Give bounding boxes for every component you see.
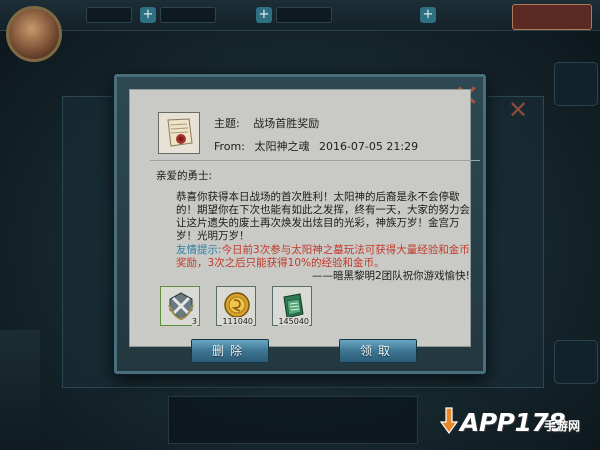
attachment-count: 3 [191, 317, 197, 326]
event-button[interactable] [512, 4, 592, 30]
header-divider [150, 160, 480, 161]
claim-button[interactable]: 领取 [339, 339, 417, 363]
side-menu-button[interactable] [554, 340, 598, 384]
site-watermark: APP178 手游网 [438, 400, 598, 444]
mail-greeting: 亲爱的勇士: [156, 170, 213, 182]
minimap-strip [0, 330, 40, 450]
mail-from-line: From: 太阳神之魂 2016-07-05 21:29 [214, 138, 418, 154]
attachment-count: 111040 [222, 317, 253, 326]
attachment-count: 145040 [278, 317, 309, 326]
side-menu-button[interactable] [554, 62, 598, 106]
player-avatar[interactable] [6, 6, 62, 62]
mail-dialog: ✕ 主题: 战场首胜奖励 From: 太阳神之魂 2016-07-05 21:2… [114, 74, 486, 374]
attachment-item[interactable]: 145040 [272, 286, 312, 326]
mail-tip: 友情提示:今日前3次参与太阳神之墓玩法可获得大量经验和金币奖励，3次之后只能获得… [176, 244, 476, 270]
resource-chip [160, 7, 216, 23]
attachment-item[interactable]: 3 [160, 286, 200, 326]
delete-button[interactable]: 删除 [191, 339, 269, 363]
attachment-item[interactable]: 111040 [216, 286, 256, 326]
subject-label: 主题: [214, 117, 240, 130]
mail-subject: 战场首胜奖励 [253, 117, 320, 130]
download-arrow-icon [439, 407, 459, 435]
add-resource-plus-icon[interactable]: + [420, 7, 436, 23]
mail-content-panel: 主题: 战场首胜奖励 From: 太阳神之魂 2016-07-05 21:29 … [129, 89, 480, 347]
attachment-list: 3 111040 145040 [160, 286, 460, 334]
tip-label: 友情提示: [176, 244, 222, 256]
from-label: From: [214, 140, 245, 153]
mail-sender: 太阳神之魂 [254, 140, 310, 153]
mail-subject-line: 主题: 战场首胜奖励 [214, 115, 319, 131]
mail-message: 恭喜你获得本日战场的首次胜利！太阳神的后裔是永不会停歇的！期望你在下次也能有如此… [176, 191, 470, 242]
mail-body: 亲爱的勇士: 恭喜你获得本日战场的首次胜利！太阳神的后裔是永不会停歇的！期望你在… [156, 170, 476, 283]
watermark-subtitle: 手游网 [544, 419, 581, 433]
add-resource-plus-icon[interactable]: + [140, 7, 156, 23]
add-resource-plus-icon[interactable]: + [256, 7, 272, 23]
resource-chip [86, 7, 132, 23]
system-notice [344, 30, 504, 60]
background-close-icon: ✕ [508, 96, 529, 124]
chat-box[interactable] [168, 396, 418, 444]
mail-signature: ——暗黑黎明2团队祝你游戏愉快! [312, 270, 470, 282]
resource-chip [276, 7, 332, 23]
mail-scroll-icon [158, 112, 200, 154]
mail-date: 2016-07-05 21:29 [318, 140, 419, 153]
